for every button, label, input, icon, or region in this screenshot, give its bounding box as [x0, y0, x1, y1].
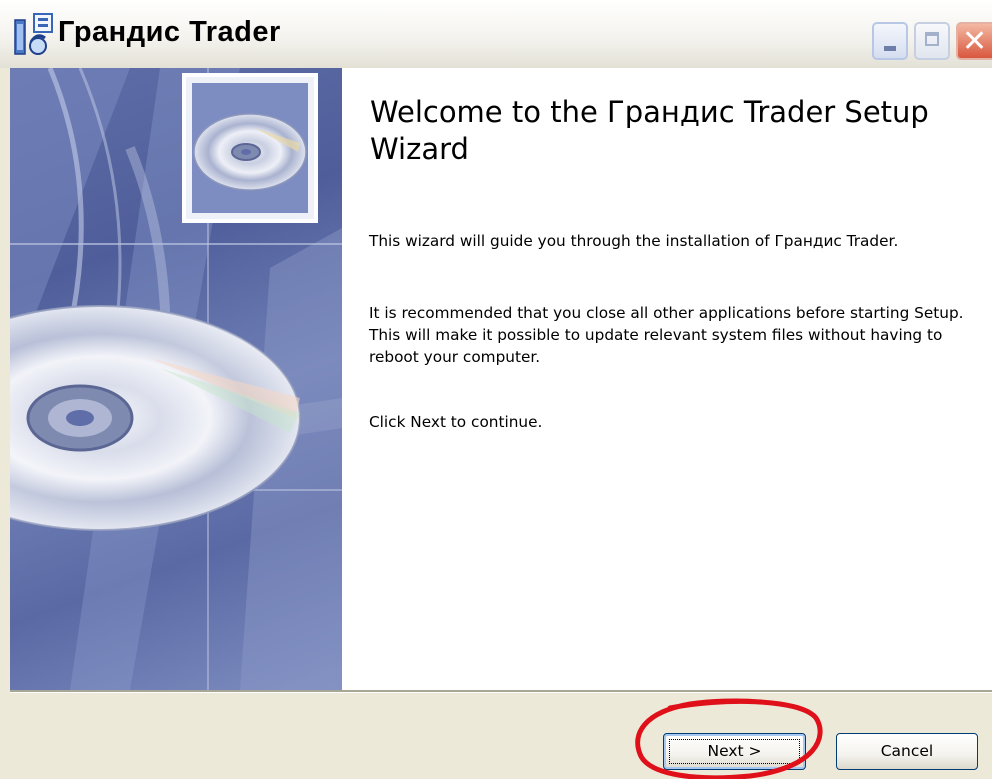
minimize-icon	[884, 46, 896, 51]
wizard-paragraph-recommendation: It is recommended that you close all oth…	[369, 304, 964, 366]
close-icon: ✕	[962, 24, 988, 59]
wizard-paragraph-continue: Click Next to continue.	[369, 413, 543, 431]
wizard-side-image	[10, 68, 342, 690]
divider	[10, 692, 992, 693]
window-title: Грандис Trader	[58, 16, 281, 48]
cd-artwork	[10, 68, 342, 690]
title-bar[interactable]: Грандис Trader ✕	[0, 0, 992, 68]
maximize-icon	[925, 32, 939, 46]
next-button[interactable]: Next >	[663, 733, 806, 770]
installer-app-icon	[14, 13, 53, 55]
cancel-button[interactable]: Cancel	[836, 733, 978, 770]
installer-window: Грандис Trader ✕ Welcome to the Грандис …	[0, 0, 992, 779]
wizard-paragraph-intro: This wizard will guide you through the i…	[369, 232, 899, 250]
maximize-button[interactable]	[914, 22, 950, 60]
close-button[interactable]: ✕	[956, 22, 992, 60]
wizard-heading: Welcome to the Грандис Trader Setup Wiza…	[370, 95, 929, 166]
wizard-content-panel: Welcome to the Грандис Trader Setup Wiza…	[342, 68, 992, 690]
minimize-button[interactable]	[872, 22, 908, 60]
cancel-button-label: Cancel	[880, 742, 934, 760]
focus-rectangle	[669, 739, 800, 764]
